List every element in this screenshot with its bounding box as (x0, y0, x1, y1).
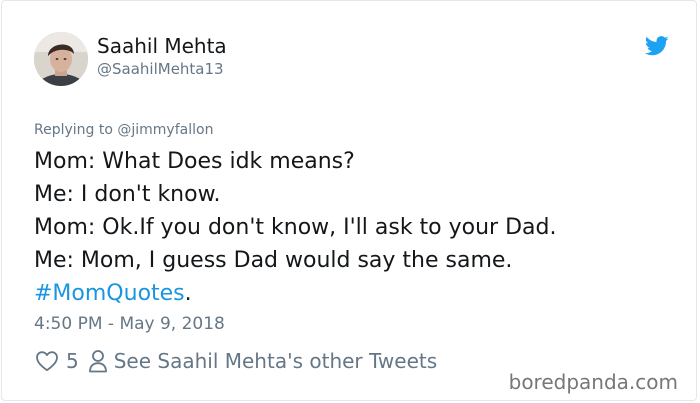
tweet-text: Mom: What Does idk means? Me: I don't kn… (34, 145, 674, 310)
tweet-line: Me: I don't know. (34, 182, 221, 207)
tweet-card: Saahil Mehta @SaahilMehta13 Replying to … (1, 0, 697, 401)
twitter-bird-icon[interactable] (644, 36, 669, 56)
replying-to[interactable]: Replying to @jimmyfallon (34, 121, 213, 139)
watermark: boredpanda.com (508, 370, 678, 394)
tweet-timestamp[interactable]: 4:50 PM - May 9, 2018 (34, 313, 225, 335)
tweet-line: Mom: Ok.If you don't know, I'll ask to y… (34, 215, 557, 240)
avatar[interactable] (34, 32, 88, 86)
tweet-actions: 5 See Saahil Mehta's other Tweets (35, 348, 437, 374)
see-other-tweets-link[interactable]: See Saahil Mehta's other Tweets (114, 349, 437, 373)
like-count: 5 (66, 349, 79, 373)
tweet-line: Mom: What Does idk means? (34, 149, 355, 174)
author-handle[interactable]: @SaahilMehta13 (97, 59, 224, 79)
tweet-line: Me: Mom, I guess Dad would say the same. (34, 248, 513, 273)
hashtag-trailing-period: . (184, 281, 192, 306)
author-display-name[interactable]: Saahil Mehta (97, 34, 227, 58)
tweet-line-hashtag: #MomQuotes. (34, 277, 674, 310)
avatar-image (34, 32, 88, 86)
hashtag-link[interactable]: #MomQuotes (34, 281, 185, 306)
heart-icon[interactable] (35, 350, 59, 372)
person-icon (88, 349, 108, 373)
